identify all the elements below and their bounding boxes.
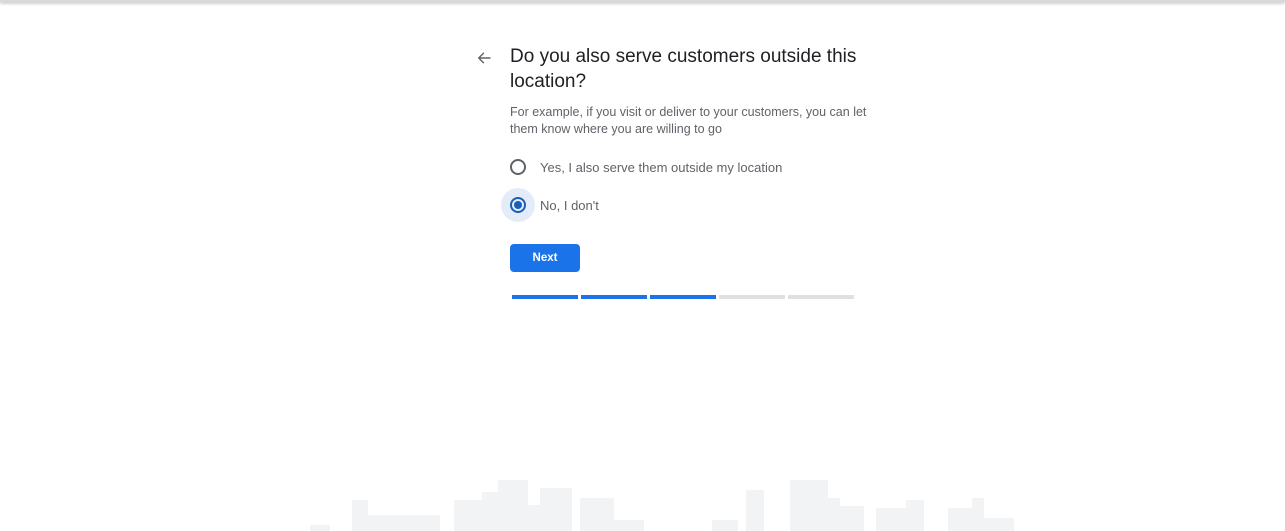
option-no-label: No, I don't bbox=[540, 197, 599, 213]
option-no[interactable]: No, I don't bbox=[501, 188, 841, 222]
option-yes[interactable]: Yes, I also serve them outside my locati… bbox=[501, 150, 841, 184]
city-skyline-illustration bbox=[310, 480, 1014, 531]
radio-no-wrap[interactable] bbox=[501, 188, 535, 222]
arrow-back-icon bbox=[478, 52, 491, 64]
back-button[interactable] bbox=[472, 46, 496, 70]
radio-yes[interactable] bbox=[510, 159, 526, 175]
progress-step-3 bbox=[650, 295, 716, 299]
progress-step-2 bbox=[581, 295, 647, 299]
next-button[interactable]: Next bbox=[510, 244, 580, 272]
radio-no[interactable] bbox=[510, 197, 526, 213]
page-subtitle: For example, if you visit or deliver to … bbox=[510, 105, 867, 136]
page-title: Do you also serve customers outside this… bbox=[510, 46, 857, 92]
progress-step-4 bbox=[719, 295, 785, 299]
progress-step-5 bbox=[788, 295, 854, 299]
top-bar-shadow bbox=[0, 0, 1285, 2]
option-yes-label: Yes, I also serve them outside my locati… bbox=[540, 159, 783, 175]
progress-step-1 bbox=[512, 295, 578, 299]
progress-bar bbox=[512, 295, 854, 299]
radio-yes-wrap[interactable] bbox=[501, 150, 535, 184]
